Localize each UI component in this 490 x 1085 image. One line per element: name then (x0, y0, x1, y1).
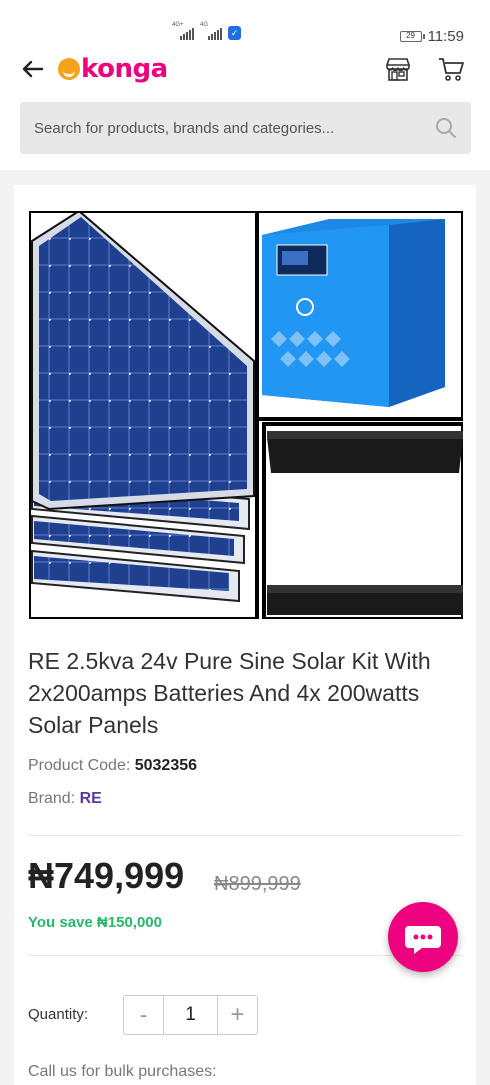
quantity-label: Quantity: (28, 1006, 89, 1023)
battery-icon: 29 (399, 31, 425, 42)
current-price: ₦749,999 (28, 855, 185, 896)
store-icon[interactable] (384, 56, 412, 82)
chat-button[interactable] (388, 902, 458, 972)
signal-indicators: 4G+ 4G ✓ (172, 22, 241, 40)
bulk-purchase-text: Call us for bulk purchases: (28, 1063, 217, 1080)
chat-bubble-icon (405, 926, 441, 954)
network-type-label: 4G+ (172, 22, 184, 28)
quantity-value[interactable]: 1 (164, 996, 217, 1034)
brand-row: Brand: RE (28, 790, 102, 808)
search-box[interactable] (20, 102, 471, 154)
solar-panels-illustration (29, 211, 259, 619)
back-arrow-icon[interactable] (18, 54, 48, 84)
quantity-increase-button[interactable]: + (217, 996, 257, 1034)
battery-level: 29 (406, 31, 416, 40)
inverter-illustration (255, 211, 463, 421)
shield-icon: ✓ (228, 26, 241, 40)
status-bar: 4G+ 4G ✓ 29 11:59 (0, 0, 490, 45)
search-icon[interactable] (435, 117, 457, 139)
logo-mark-icon (58, 58, 80, 80)
cart-icon[interactable] (437, 56, 465, 82)
signal-icon: 4G (200, 22, 222, 40)
network-type-label: 4G (200, 22, 209, 28)
old-price: ₦899,999 (214, 873, 301, 895)
product-image[interactable] (29, 211, 463, 619)
clock: 11:59 (427, 28, 464, 45)
logo-text: konga (81, 54, 168, 84)
savings-text: You save ₦150,000 (28, 914, 162, 931)
brand-link[interactable]: RE (80, 790, 102, 807)
quantity-decrease-button[interactable]: - (124, 996, 164, 1034)
product-code-label: Product Code: (28, 757, 131, 774)
signal-icon: 4G+ (172, 22, 194, 40)
quantity-stepper: - 1 + (123, 995, 258, 1035)
app-header: konga (0, 44, 490, 96)
divider (28, 835, 462, 836)
product-code-value: 5032356 (134, 757, 198, 774)
batteries-illustration (262, 422, 463, 619)
search-input[interactable] (34, 102, 424, 154)
product-title: RE 2.5kva 24v Pure Sine Solar Kit With 2… (28, 648, 431, 738)
brand-label: Brand: (28, 790, 76, 807)
search-bar-container (0, 96, 490, 170)
product-code-row: Product Code: 5032356 (28, 757, 197, 775)
konga-logo[interactable]: konga (58, 52, 168, 86)
